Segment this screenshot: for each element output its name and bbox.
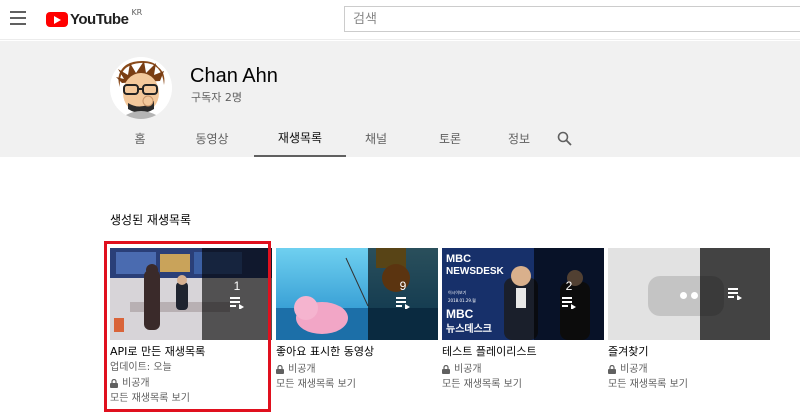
search-box xyxy=(344,6,800,32)
lock-icon xyxy=(608,365,616,374)
playlist-overlay: 9 xyxy=(368,248,438,340)
video-count: 9 xyxy=(399,279,407,293)
channel-search-icon[interactable] xyxy=(544,120,584,157)
news-label-text: NEWSDESK xyxy=(446,266,505,277)
playlist-thumbnail[interactable]: MBC NEWSDESK 이시이보기 2018.01.29.월 MBC 뉴스데스… xyxy=(442,248,604,340)
tab-home[interactable]: 홈 xyxy=(110,120,170,157)
news-logo-text: MBC xyxy=(446,253,471,265)
tab-channels[interactable]: 채널 xyxy=(346,120,406,157)
playlist-card[interactable]: MBC NEWSDESK 이시이보기 2018.01.29.월 MBC 뉴스데스… xyxy=(442,248,604,393)
privacy-status: 비공개 xyxy=(276,362,438,377)
channel-tabs: 홈 동영상 재생목록 채널 토론 정보 xyxy=(110,120,584,157)
playlist-title[interactable]: 좋아요 표시한 동영상 xyxy=(276,344,438,360)
privacy-status: 비공개 xyxy=(442,362,604,377)
subscriber-count: 구독자 2명 xyxy=(191,91,242,104)
lock-icon xyxy=(276,365,284,374)
view-full-playlist-link[interactable]: 모든 재생목록 보기 xyxy=(442,377,604,393)
tab-videos[interactable]: 동영상 xyxy=(170,120,254,157)
tab-playlists[interactable]: 재생목록 xyxy=(254,120,346,157)
playlist-card[interactable]: 9 좋아요 표시한 동영상 비공개 모든 재생목록 보기 xyxy=(276,248,438,393)
tab-about[interactable]: 정보 xyxy=(494,120,544,157)
playlist-card[interactable]: 즐겨찾기 비공개 모든 재생목록 보기 xyxy=(608,248,770,393)
playlist-icon xyxy=(396,297,410,309)
logo-region: KR xyxy=(131,7,143,17)
channel-avatar[interactable] xyxy=(110,57,172,119)
top-bar: YouTube KR xyxy=(0,0,800,40)
playlist-title[interactable]: 테스트 플레이리스트 xyxy=(442,344,604,360)
search-input[interactable] xyxy=(345,7,800,31)
privacy-status: 비공개 xyxy=(608,362,770,377)
section-title: 생성된 재생목록 xyxy=(110,213,192,227)
view-full-playlist-link[interactable]: 모든 재생목록 보기 xyxy=(608,377,770,393)
avatar-illustration xyxy=(110,57,172,119)
hamburger-menu-icon[interactable] xyxy=(10,11,26,25)
news-logo-text-large: MBC xyxy=(446,307,474,321)
news-tag-text: 이시이보기 xyxy=(448,289,467,295)
playlist-thumbnail[interactable] xyxy=(608,248,770,340)
channel-name: Chan Ahn xyxy=(190,65,278,87)
privacy-label: 비공개 xyxy=(454,364,482,375)
lock-icon xyxy=(442,365,450,374)
playlist-thumbnail[interactable]: 9 xyxy=(276,248,438,340)
privacy-label: 비공개 xyxy=(288,364,316,375)
logo-text: YouTube xyxy=(70,10,129,28)
youtube-play-icon xyxy=(46,11,68,27)
highlight-box xyxy=(104,241,271,412)
news-date-text: 2018.01.29.월 xyxy=(448,297,476,303)
view-full-playlist-link[interactable]: 모든 재생목록 보기 xyxy=(276,377,438,393)
video-count: 2 xyxy=(565,279,573,293)
privacy-label: 비공개 xyxy=(620,364,648,375)
playlist-icon xyxy=(562,297,576,309)
playlist-icon xyxy=(728,288,742,300)
news-caption-text: 뉴스데스크 xyxy=(446,322,492,335)
loading-dots xyxy=(664,288,714,302)
playlist-title[interactable]: 즐겨찾기 xyxy=(608,344,770,360)
playlist-overlay: 2 xyxy=(534,248,604,340)
tab-discussion[interactable]: 토론 xyxy=(406,120,494,157)
youtube-logo[interactable]: YouTube KR xyxy=(46,7,143,29)
